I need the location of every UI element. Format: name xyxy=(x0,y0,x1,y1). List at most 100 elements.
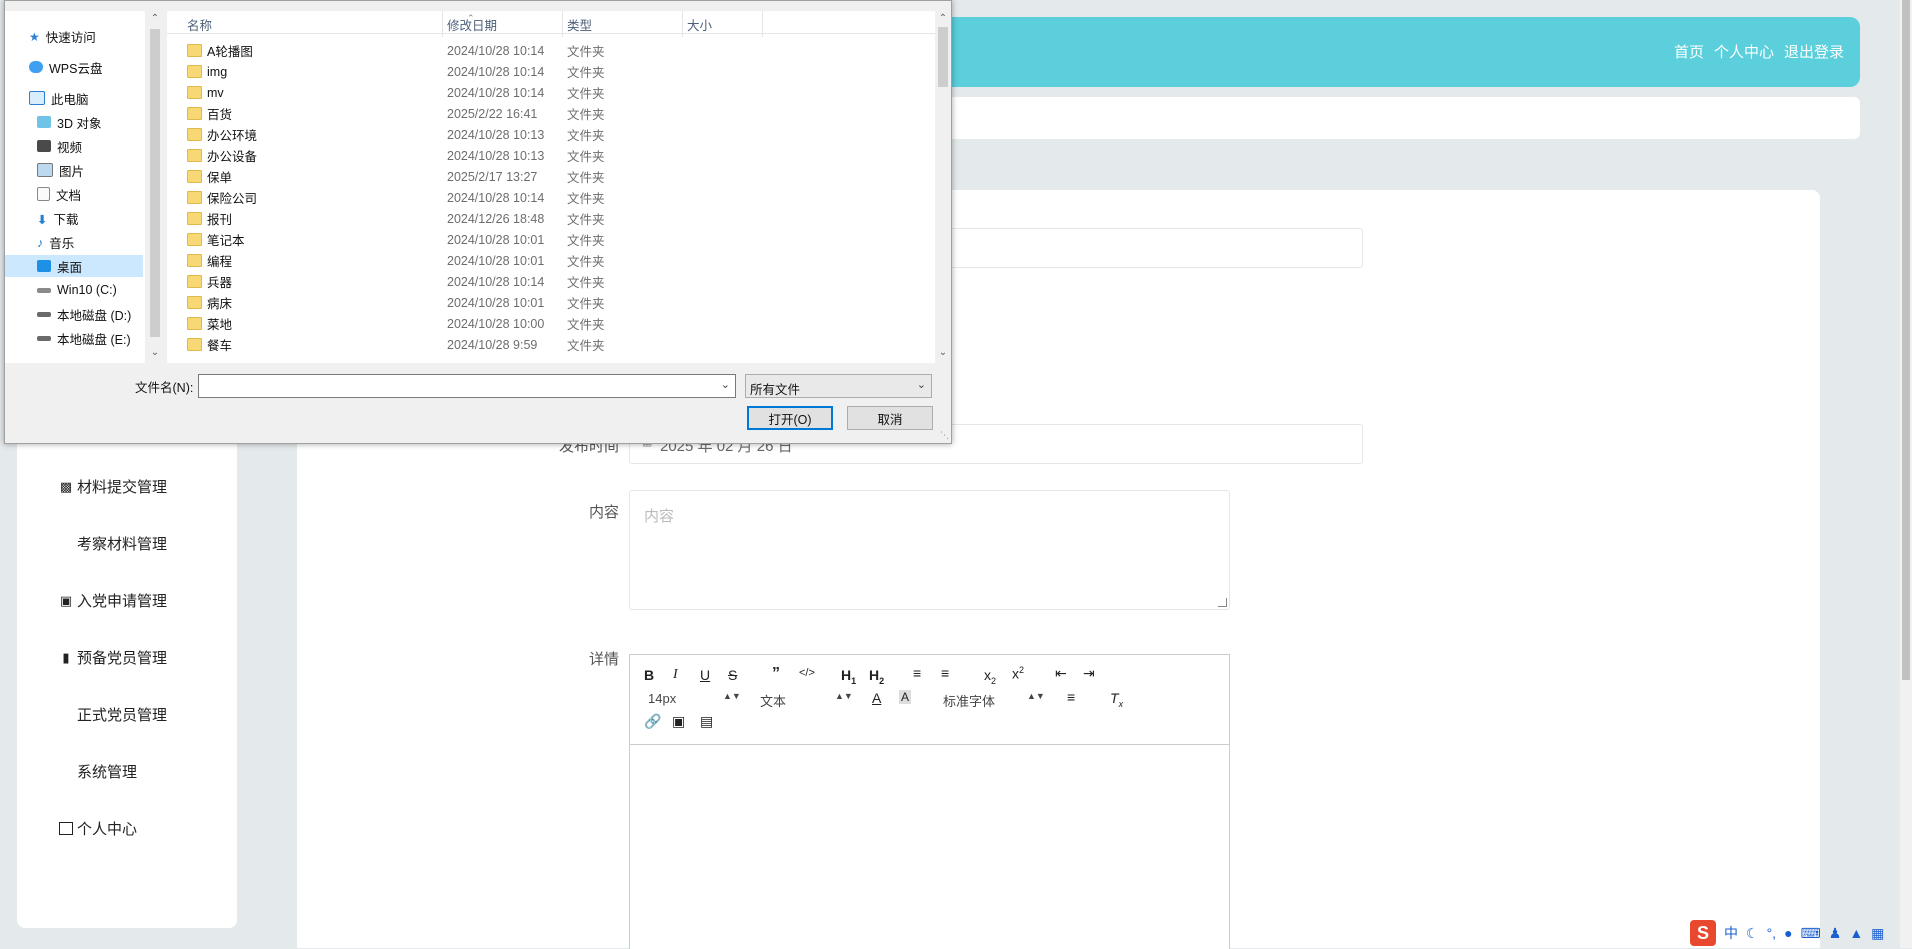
scroll-up-icon[interactable]: ⌃ xyxy=(149,13,161,24)
clear-format-icon[interactable]: Tx xyxy=(1110,690,1123,709)
column-date[interactable]: 修改日期 xyxy=(447,15,497,37)
background-color-icon[interactable]: A xyxy=(899,690,912,704)
link-icon[interactable]: 🔗 xyxy=(644,713,661,730)
ordered-list-icon[interactable]: ≡ xyxy=(913,665,921,681)
font-color-icon[interactable]: A xyxy=(872,690,881,706)
file-scrollbar[interactable]: ⌃ ⌄ xyxy=(935,11,951,363)
underline-icon[interactable]: U xyxy=(700,667,710,683)
punctuation-icon[interactable]: °, xyxy=(1767,925,1777,941)
folder-icon xyxy=(187,317,202,330)
nav-desktop[interactable]: 桌面 xyxy=(5,255,143,277)
dialog-resize-grip[interactable]: ⋱ xyxy=(940,430,949,441)
nav-home-link[interactable]: 首页 xyxy=(1674,41,1704,62)
column-divider[interactable] xyxy=(442,11,443,37)
moon-icon[interactable]: ☾ xyxy=(1746,925,1759,942)
heading2-icon[interactable]: H2 xyxy=(869,667,884,686)
detail-label: 详情 xyxy=(588,651,619,668)
column-divider[interactable] xyxy=(762,11,763,37)
shirt-icon[interactable]: ▲ xyxy=(1849,925,1863,941)
file-row[interactable]: 兵器 2024/10/28 10:14 文件夹 xyxy=(167,271,927,292)
filename-input[interactable]: ⌄ xyxy=(198,374,736,398)
file-type: 文件夹 xyxy=(567,339,605,353)
file-row[interactable]: 菜地 2024/10/28 10:00 文件夹 xyxy=(167,313,927,334)
code-block-icon[interactable]: </> xyxy=(799,667,815,679)
scroll-up-icon[interactable]: ⌃ xyxy=(937,13,949,24)
nav-label: Win10 (C:) xyxy=(57,283,117,297)
profile-card-icon xyxy=(59,822,73,835)
nav-scrollbar[interactable]: ⌃ ⌄ xyxy=(147,11,163,363)
bold-icon[interactable]: B xyxy=(644,667,654,683)
nav-wps-cloud[interactable]: WPS云盘 xyxy=(5,56,167,78)
folder-icon xyxy=(187,86,202,99)
content-textarea[interactable]: 内容 xyxy=(629,490,1230,610)
file-row[interactable]: 编程 2024/10/28 10:01 文件夹 xyxy=(167,250,927,271)
ime-mode-indicator[interactable]: 中 xyxy=(1724,923,1738,943)
filetype-select[interactable]: 所有文件 ⌄ xyxy=(745,374,932,398)
file-row[interactable]: 病床 2024/10/28 10:01 文件夹 xyxy=(167,292,927,313)
file-row[interactable]: 办公设备 2024/10/28 10:13 文件夹 xyxy=(167,145,927,166)
grid-menu-icon[interactable]: ▦ xyxy=(1871,925,1884,942)
file-row[interactable]: 笔记本 2024/10/28 10:01 文件夹 xyxy=(167,229,927,250)
scroll-down-icon[interactable]: ⌄ xyxy=(937,347,949,358)
resize-grip[interactable] xyxy=(1218,598,1227,607)
nav-profile-link[interactable]: 个人中心 xyxy=(1714,41,1774,62)
file-row[interactable]: 百货 2025/2/22 16:41 文件夹 xyxy=(167,103,927,124)
nav-logout-link[interactable]: 退出登录 xyxy=(1784,41,1844,62)
align-icon[interactable]: ≡ xyxy=(1067,689,1075,705)
file-row[interactable]: 保单 2025/2/17 13:27 文件夹 xyxy=(167,166,927,187)
user-icon[interactable]: ♟ xyxy=(1829,925,1842,942)
outdent-icon[interactable]: ⇤ xyxy=(1055,665,1067,682)
column-type[interactable]: 类型 xyxy=(567,15,592,37)
sidebar-item-material-submit[interactable]: ▩ 材料提交管理 xyxy=(59,476,167,497)
file-type: 文件夹 xyxy=(567,192,605,206)
file-scroll-thumb[interactable] xyxy=(938,27,948,87)
file-type: 文件夹 xyxy=(567,129,605,143)
sidebar-item-system[interactable]: 系统管理 xyxy=(59,761,137,782)
indent-icon[interactable]: ⇥ xyxy=(1083,665,1095,682)
file-date: 2024/10/28 10:13 xyxy=(447,127,545,142)
sidebar-item-probationary[interactable]: ▮ 预备党员管理 xyxy=(59,647,167,668)
column-size[interactable]: 大小 xyxy=(687,15,712,37)
image-icon[interactable]: ▣ xyxy=(672,713,685,730)
open-button[interactable]: 打开(O) xyxy=(747,406,833,430)
file-row[interactable]: mv 2024/10/28 10:14 文件夹 xyxy=(167,82,927,103)
file-type: 文件夹 xyxy=(567,171,605,185)
sidebar-item-formal-member[interactable]: 正式党员管理 xyxy=(59,704,167,725)
nav-label: 文档 xyxy=(56,188,82,203)
bullet-list-icon[interactable]: ≡ xyxy=(941,665,949,681)
column-name[interactable]: 名称 xyxy=(187,15,212,37)
sidebar-item-review-material[interactable]: 考察材料管理 xyxy=(59,533,167,554)
video-icon[interactable]: ▤ xyxy=(700,713,713,730)
file-row[interactable]: 餐车 2024/10/28 9:59 文件夹 xyxy=(167,334,927,355)
italic-icon[interactable]: I xyxy=(673,667,678,683)
file-row[interactable]: 报刊 2024/12/26 18:48 文件夹 xyxy=(167,208,927,229)
page-scrollbar[interactable] xyxy=(1900,0,1912,948)
file-row[interactable]: A轮播图 2024/10/28 10:14 文件夹 xyxy=(167,40,927,61)
block-type-select[interactable]: 文本 ▲▼ xyxy=(760,691,853,710)
font-size-select[interactable]: 14px ▲▼ xyxy=(648,691,741,706)
sogou-ime-icon[interactable]: S xyxy=(1690,920,1716,946)
sidebar-item-profile[interactable]: 个人中心 xyxy=(59,818,137,839)
column-divider[interactable] xyxy=(562,11,563,37)
chevron-down-icon[interactable]: ⌄ xyxy=(721,378,730,391)
column-divider[interactable] xyxy=(682,11,683,37)
nav-this-pc[interactable]: 此电脑 xyxy=(5,87,167,109)
nav-label: 3D 对象 xyxy=(57,116,102,131)
blockquote-icon[interactable]: ” xyxy=(772,665,780,683)
file-row[interactable]: img 2024/10/28 10:14 文件夹 xyxy=(167,61,927,82)
heading1-icon[interactable]: H1 xyxy=(841,667,856,686)
subscript-icon[interactable]: x2 xyxy=(984,667,996,686)
file-row[interactable]: 办公环境 2024/10/28 10:13 文件夹 xyxy=(167,124,927,145)
nav-scroll-thumb[interactable] xyxy=(150,29,160,337)
cancel-button[interactable]: 取消 xyxy=(847,406,933,430)
page-scroll-thumb[interactable] xyxy=(1902,0,1910,680)
file-row[interactable]: 保险公司 2024/10/28 10:14 文件夹 xyxy=(167,187,927,208)
nav-quick-access[interactable]: ★ 快速访问 xyxy=(5,25,167,47)
scroll-down-icon[interactable]: ⌄ xyxy=(149,347,161,358)
microphone-icon[interactable]: ● xyxy=(1784,925,1792,941)
font-family-select[interactable]: 标准字体 ▲▼ xyxy=(943,691,1045,710)
strikethrough-icon[interactable]: S xyxy=(728,667,737,683)
keyboard-icon[interactable]: ⌨ xyxy=(1801,925,1821,942)
superscript-icon[interactable]: x2 xyxy=(1012,665,1024,682)
sidebar-item-application[interactable]: ▣ 入党申请管理 xyxy=(59,590,167,611)
